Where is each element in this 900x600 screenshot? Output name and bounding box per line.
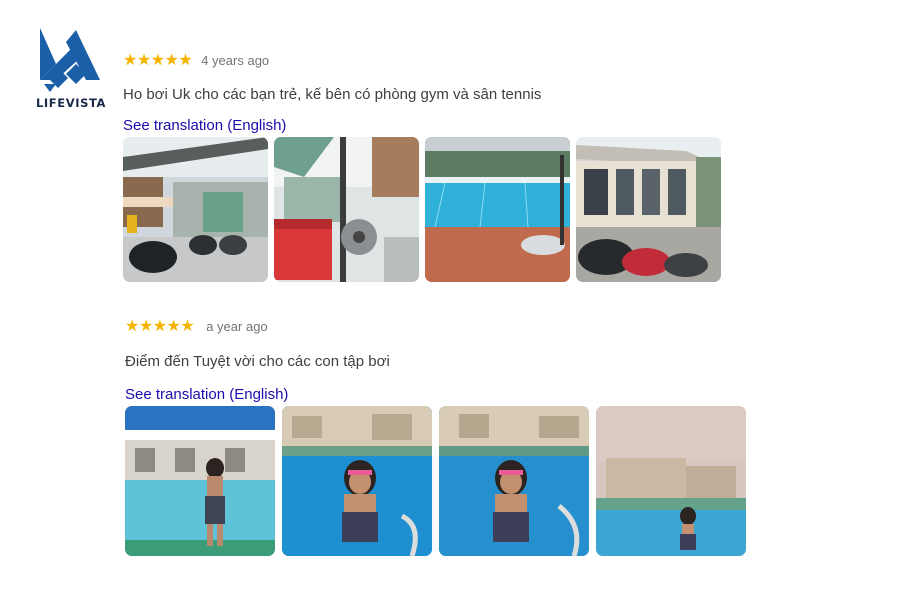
review-text: Ho bơi Uk cho các bạn trẻ, kế bên có phò… [123, 86, 542, 103]
star-rating: ★★★★★ [123, 52, 193, 69]
lifevista-logo: LIFEVISTA [36, 28, 107, 114]
lifevista-logo-icon [40, 28, 100, 92]
review-photo-girl-at-ladder[interactable] [439, 406, 589, 556]
review-photo-pool[interactable] [425, 137, 570, 282]
review-date: a year ago [206, 318, 268, 334]
review-photos [123, 137, 721, 282]
review-date: 4 years ago [201, 52, 270, 68]
review-text: Điểm đến Tuyệt vời cho các con tập bơi [125, 353, 390, 370]
review-card: ★★★★★ a year ago Điểm đến Tuyệt vời cho … [125, 316, 746, 556]
review-photo-girl-in-pool[interactable] [282, 406, 432, 556]
see-translation-link[interactable]: See translation (English) [125, 386, 288, 403]
review-card: ★★★★★ 4 years ago Ho bơi Uk cho các bạn … [123, 50, 721, 282]
logo-text: LIFEVISTA [36, 96, 107, 110]
review-photo-girl-by-pool[interactable] [125, 406, 275, 556]
review-photo-parking[interactable] [123, 137, 268, 282]
review-photo-girl-poolside[interactable] [596, 406, 746, 556]
see-translation-link[interactable]: See translation (English) [123, 117, 286, 134]
review-meta: ★★★★★ 4 years ago [123, 50, 721, 70]
review-meta: ★★★★★ a year ago [125, 316, 746, 336]
review-photo-cooler[interactable] [274, 137, 419, 282]
review-photo-clubhouse[interactable] [576, 137, 721, 282]
star-rating: ★★★★★ [125, 318, 195, 335]
review-photos [125, 406, 746, 556]
